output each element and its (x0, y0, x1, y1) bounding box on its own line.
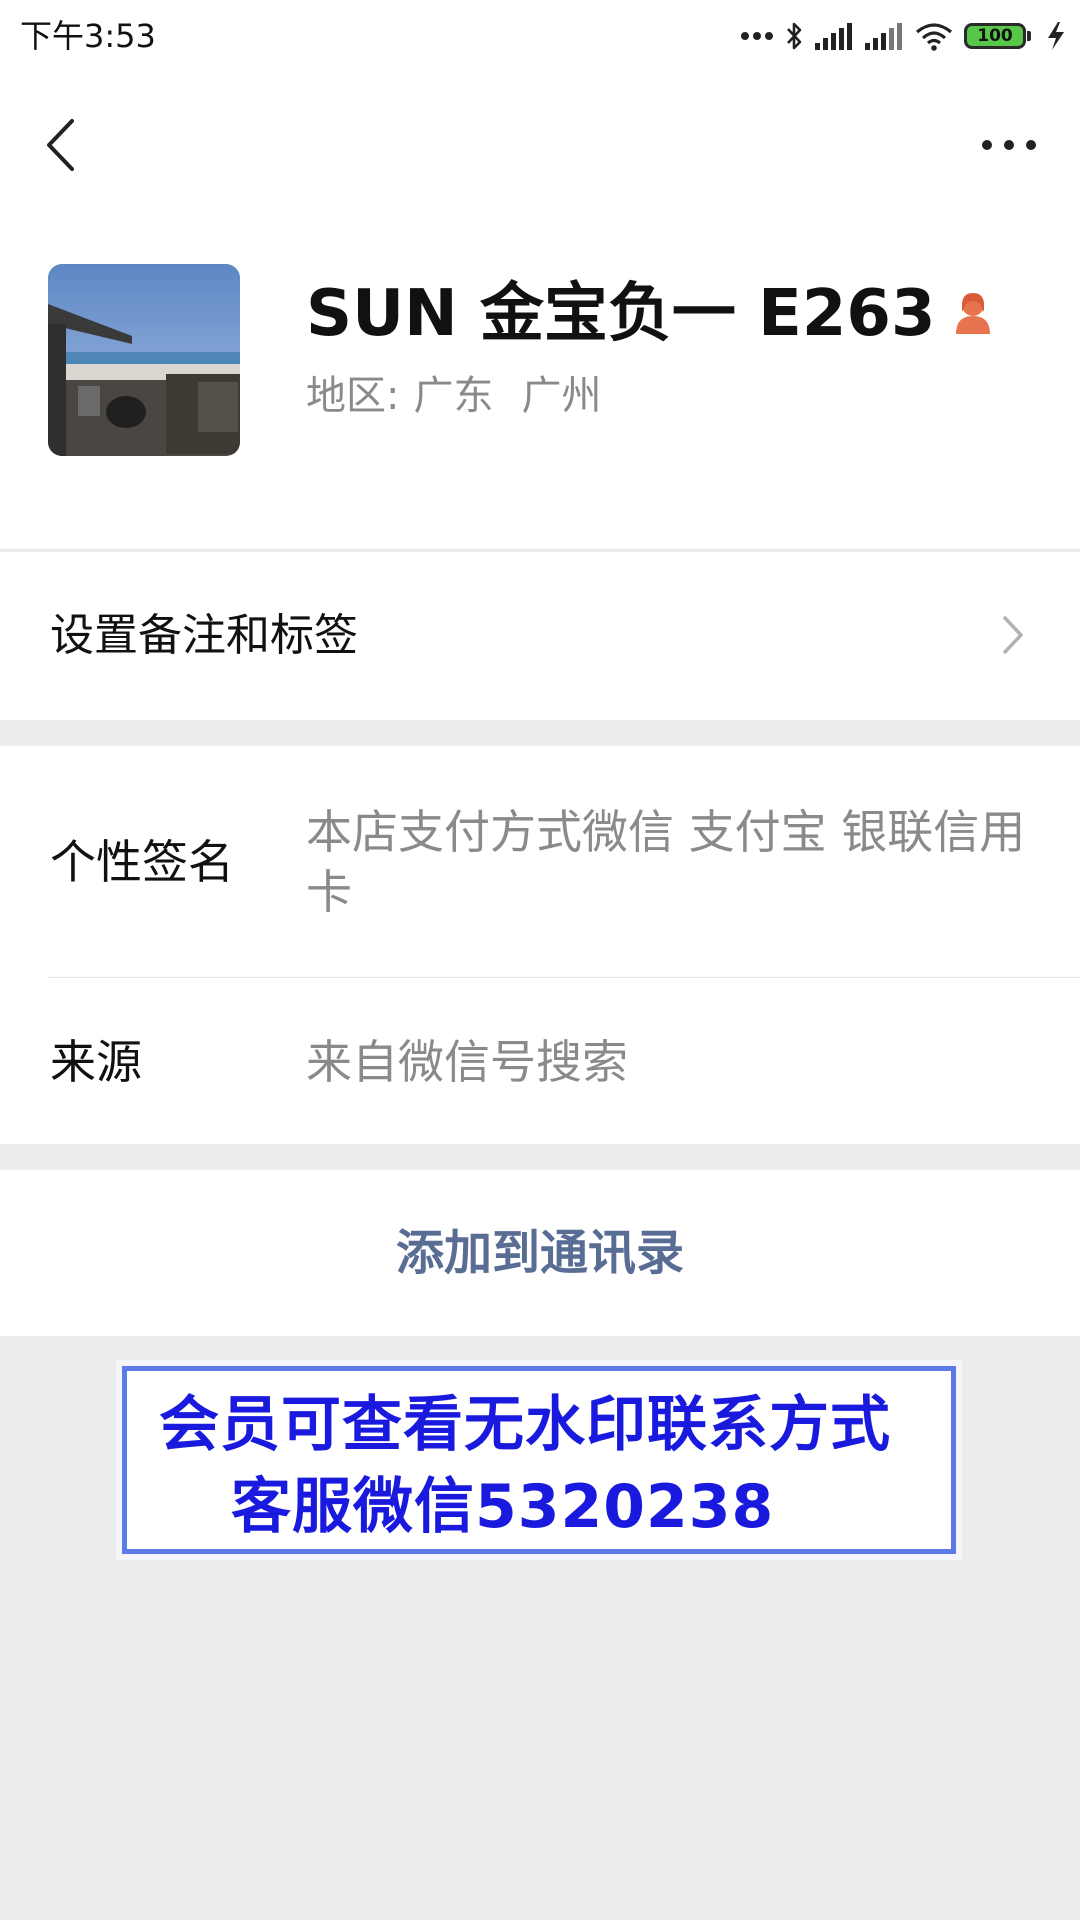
source-row: 来源 来自微信号搜索 (0, 978, 1080, 1144)
status-icons: 100 (740, 14, 1068, 58)
region-province: 广东 (413, 373, 494, 419)
nav-bar (0, 74, 1080, 214)
watermark-frame: 会员可查看无水印联系方式 客服微信5320238 (122, 1366, 956, 1554)
profile-name-row: SUN 金宝负一 E263 (306, 274, 994, 354)
profile-name: SUN 金宝负一 E263 (306, 277, 936, 351)
set-remark-and-tags-row[interactable]: 设置备注和标签 (0, 552, 1080, 720)
avatar-image (48, 264, 240, 456)
chevron-left-icon (47, 119, 74, 171)
charging-icon (1044, 20, 1068, 52)
more-button[interactable] (974, 122, 1044, 168)
dots-icon (740, 31, 774, 41)
watermark-line-2: 客服微信5320238 (231, 1472, 775, 1542)
more-dots-icon (982, 140, 1036, 150)
watermark-banner: 会员可查看无水印联系方式 客服微信5320238 (116, 1360, 962, 1560)
watermark-line-1: 会员可查看无水印联系方式 (159, 1390, 891, 1460)
wifi-icon (914, 21, 954, 51)
info-card: 个性签名 本店支付方式微信 支付宝 银联信用卡 来源 来自微信号搜索 (0, 746, 1080, 1144)
signature-row: 个性签名 本店支付方式微信 支付宝 银联信用卡 (0, 746, 1080, 978)
add-to-contacts-label: 添加到通讯录 (395, 1225, 684, 1281)
avatar[interactable] (48, 264, 240, 456)
source-value: 来自微信号搜索 (306, 1035, 628, 1089)
signature-value: 本店支付方式微信 支付宝 银联信用卡 (306, 805, 1026, 919)
female-icon (952, 290, 994, 338)
status-time: 下午3:53 (20, 17, 156, 55)
back-button[interactable] (30, 110, 90, 180)
region: 地区: 广东 广州 (306, 368, 601, 424)
signal-icon (864, 21, 904, 51)
status-bar: 下午3:53 100 (0, 0, 1080, 74)
source-label: 来源 (50, 1035, 142, 1089)
chevron-right-icon (998, 610, 1028, 660)
bluetooth-icon (784, 20, 804, 52)
remark-label: 设置备注和标签 (50, 610, 358, 661)
profile-header: SUN 金宝负一 E263 地区: 广东 广州 (0, 214, 1080, 550)
region-city: 广州 (521, 373, 602, 419)
add-to-contacts-button[interactable]: 添加到通讯录 (0, 1170, 1080, 1336)
region-label: 地区: (306, 373, 400, 419)
signal-icon (814, 21, 854, 51)
signature-label: 个性签名 (50, 835, 234, 889)
battery-icon: 100 (964, 23, 1031, 49)
